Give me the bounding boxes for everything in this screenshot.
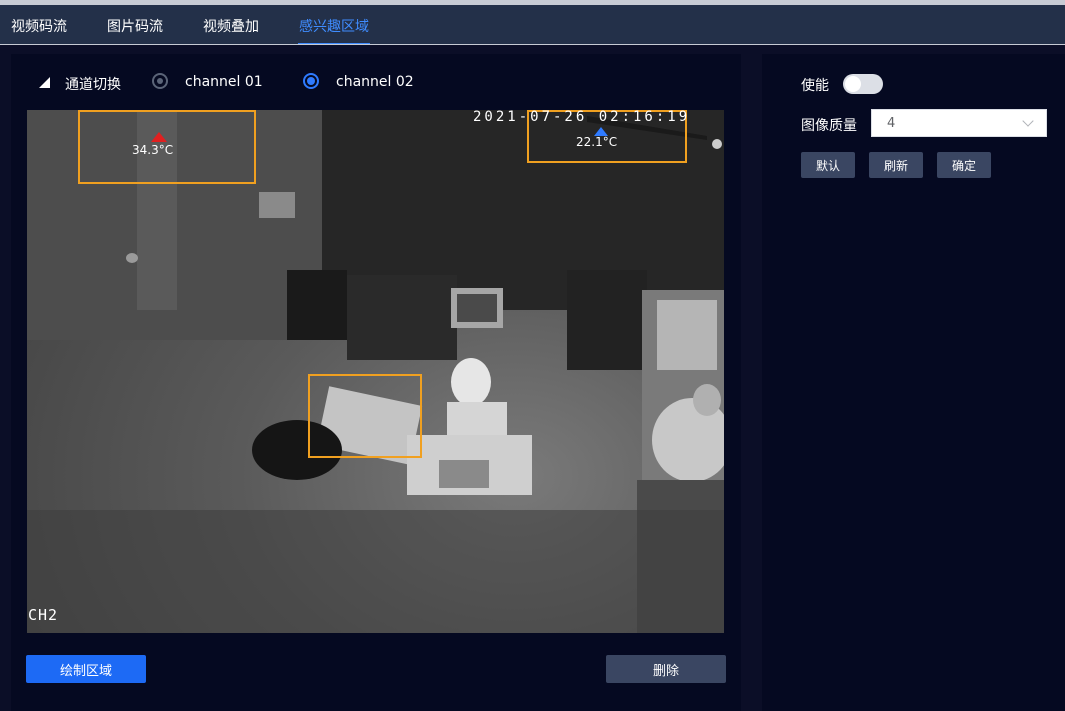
draw-area-button[interactable]: 绘制区域 <box>26 655 146 683</box>
tab-region-of-interest[interactable]: 感兴趣区域 <box>299 16 369 36</box>
confirm-button[interactable]: 确定 <box>937 152 991 178</box>
min-temp-label: 22.1°C <box>576 135 618 149</box>
thermal-scene-image <box>27 110 724 633</box>
roi-box-3[interactable] <box>308 374 422 458</box>
channel-02-label[interactable]: channel 02 <box>336 74 414 90</box>
channel-switch-label: 通道切换 <box>65 77 121 93</box>
toggle-knob <box>845 76 861 92</box>
image-quality-label: 图像质量 <box>801 118 857 134</box>
channel-02-radio[interactable] <box>303 73 319 89</box>
chevron-down-icon <box>1022 115 1034 127</box>
collapse-triangle-icon[interactable] <box>39 77 50 88</box>
default-button[interactable]: 默认 <box>801 152 855 178</box>
image-quality-value: 4 <box>887 116 896 131</box>
thermal-video-preview[interactable]: 34.3°C 22.1°C 2021-07-26 02:16:19 CH2 <box>27 110 724 633</box>
delete-button[interactable]: 删除 <box>606 655 726 683</box>
tab-video-overlay[interactable]: 视频叠加 <box>203 16 259 36</box>
timestamp-osd: 2021-07-26 02:16:19 <box>473 110 691 125</box>
image-quality-select[interactable]: 4 <box>871 109 1047 137</box>
tab-picture-stream[interactable]: 图片码流 <box>107 16 163 36</box>
tab-bar: 视频码流 图片码流 视频叠加 感兴趣区域 <box>0 5 1065 45</box>
enable-label: 使能 <box>801 78 829 94</box>
panel-gap <box>0 45 1065 54</box>
channel-01-radio[interactable] <box>152 73 168 89</box>
refresh-button[interactable]: 刷新 <box>869 152 923 178</box>
enable-toggle[interactable] <box>843 74 883 94</box>
channel-osd: CH2 <box>28 606 59 624</box>
max-temp-label: 34.3°C <box>132 143 174 157</box>
tab-video-stream[interactable]: 视频码流 <box>11 16 67 36</box>
max-temp-marker-icon <box>151 132 167 142</box>
channel-01-label[interactable]: channel 01 <box>185 74 263 90</box>
